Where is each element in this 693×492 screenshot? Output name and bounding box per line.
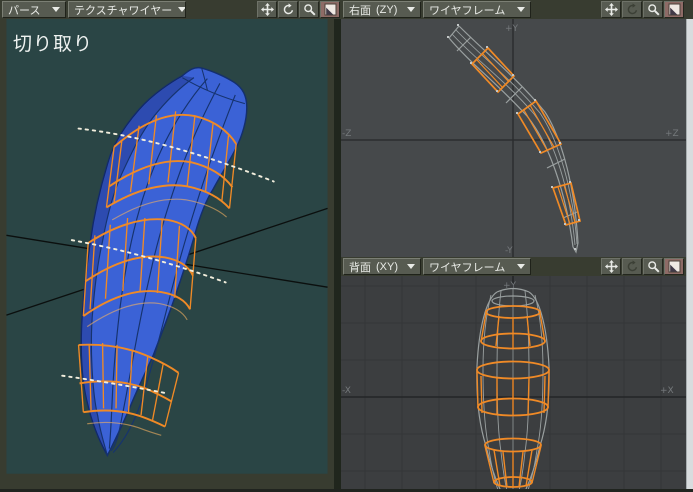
maximize-button[interactable] [664,1,684,18]
back-view-label: 背面 [349,261,371,274]
rotate-button-disabled [622,1,642,18]
perspective-display-mode-select[interactable]: テクスチャワイヤー [68,1,186,18]
axis-label-right: +X [660,386,674,396]
right-view-select[interactable]: 右面 (ZY) [343,1,421,18]
chevron-down-icon [407,264,415,269]
back-view-select[interactable]: 背面 (XY) [343,258,421,275]
zoom-button[interactable] [643,258,663,275]
pan-icon [260,3,274,16]
maximize-icon [668,3,680,16]
back-viewport-header: 背面 (XY) ワイヤフレーム [341,257,686,276]
axis-label-top: +Y [505,24,519,34]
right-viewport-header: 右面 (ZY) ワイヤフレーム [341,0,686,19]
back-view-axis: (XY) [376,260,398,273]
chevron-down-icon [517,264,525,269]
zoom-icon [303,4,316,16]
pan-button[interactable] [601,258,621,275]
zoom-button[interactable] [299,1,319,18]
application-window: パース テクスチャワイヤー 切り取り 右面 (ZY) ワイヤフレーム +Y -Y… [0,0,693,492]
rotate-icon [627,3,637,15]
right-scrollbar[interactable] [686,19,693,492]
axis-label-bottom: -Y [505,246,513,256]
maximize-button[interactable] [664,258,684,275]
maximize-icon [324,3,336,16]
chevron-down-icon [178,7,185,12]
rotate-button-disabled [622,258,642,275]
pan-button[interactable] [601,1,621,18]
axis-label-right: +Z [665,129,679,139]
zoom-icon [647,4,660,16]
pan-icon [604,3,618,16]
pan-button[interactable] [257,1,277,18]
axis-label-left: -X [342,386,351,396]
right-viewport-canvas[interactable]: +Y -Y -Z +Z [341,19,686,257]
perspective-view-select[interactable]: パース [2,1,66,18]
chevron-down-icon [517,7,525,12]
axis-label-left: -Z [342,129,351,139]
perspective-viewport-canvas[interactable] [0,19,334,492]
zoom-button[interactable] [643,1,663,18]
perspective-view-label: パース [8,4,41,17]
pan-icon [604,260,618,273]
right-display-mode-label: ワイヤフレーム [429,4,506,17]
active-command-label: 切り取り [13,34,94,55]
perspective-viewport-header: パース テクスチャワイヤー [0,0,341,19]
rotate-icon [283,3,293,15]
maximize-icon [668,260,680,273]
right-view-axis: (ZY) [376,3,398,16]
zoom-icon [647,261,660,273]
perspective-display-mode-label: テクスチャワイヤー [74,4,173,17]
rotate-button[interactable] [278,1,298,18]
viewport-divider[interactable] [334,19,341,492]
back-viewport-canvas[interactable]: +Y -X +X [341,276,686,492]
right-view-label: 右面 [349,4,371,17]
chevron-down-icon [407,7,415,12]
right-display-mode-select[interactable]: ワイヤフレーム [423,1,531,18]
rotate-icon [627,260,637,272]
chevron-down-icon [52,7,60,12]
back-display-mode-select[interactable]: ワイヤフレーム [423,258,531,275]
maximize-button[interactable] [320,1,340,18]
back-display-mode-label: ワイヤフレーム [429,261,506,274]
